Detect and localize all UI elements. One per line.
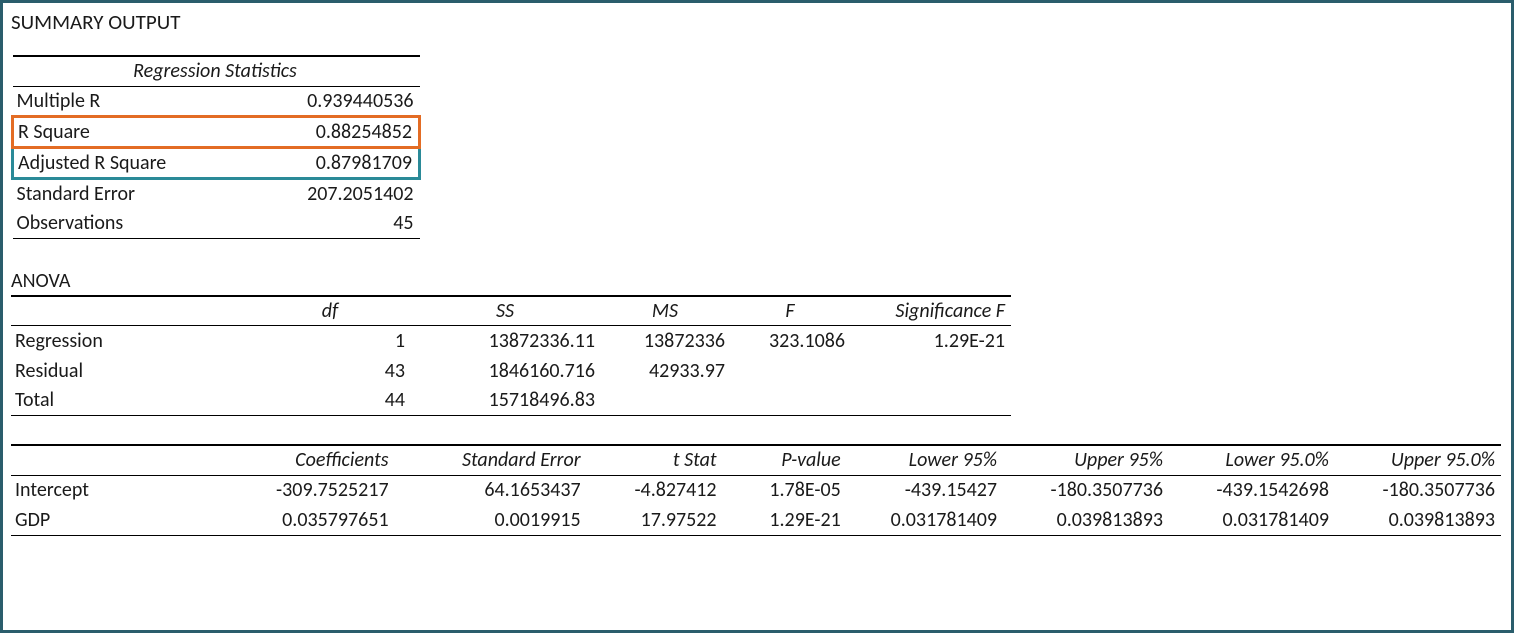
table-row: Standard Error 207.2051402 xyxy=(13,178,420,208)
coef-header: Upper 95% xyxy=(1003,445,1169,475)
stat-value: 207.2051402 xyxy=(248,178,420,208)
table-row: Residual 43 1846160.716 42933.97 xyxy=(11,356,1011,386)
anova-title: ANOVA xyxy=(11,267,1503,295)
regression-statistics-table: Regression Statistics Multiple R 0.93944… xyxy=(11,55,421,239)
coef-cell: -439.1542698 xyxy=(1169,475,1335,505)
summary-output-title: SUMMARY OUTPUT xyxy=(11,7,1503,37)
anova-cell: 44 xyxy=(251,386,411,416)
coef-header: Coefficients xyxy=(229,445,395,475)
coef-cell: -309.7525217 xyxy=(229,475,395,505)
anova-header-sigf: Significance F xyxy=(851,296,1011,326)
anova-cell: 1 xyxy=(251,326,411,356)
coef-cell: 0.039813893 xyxy=(1003,505,1169,535)
coef-header: Lower 95% xyxy=(847,445,1003,475)
anova-cell xyxy=(601,386,731,416)
stat-label: Multiple R xyxy=(13,86,248,116)
r-square-row: R Square 0.88254852 xyxy=(13,116,420,147)
anova-cell: 42933.97 xyxy=(601,356,731,386)
coef-row-label: GDP xyxy=(11,505,229,535)
coef-header: Lower 95.0% xyxy=(1169,445,1335,475)
anova-cell: 13872336 xyxy=(601,326,731,356)
anova-table: df SS MS F Significance F Regression 1 1… xyxy=(11,295,1011,417)
coef-cell: -439.15427 xyxy=(847,475,1003,505)
anova-cell xyxy=(731,356,851,386)
coef-header: Upper 95.0% xyxy=(1335,445,1501,475)
table-row: Multiple R 0.939440536 xyxy=(13,86,420,116)
table-row: Observations 45 xyxy=(13,208,420,238)
coef-cell: -180.3507736 xyxy=(1003,475,1169,505)
table-row: Regression 1 13872336.11 13872336 323.10… xyxy=(11,326,1011,356)
coef-cell: 0.035797651 xyxy=(229,505,395,535)
stat-value: 0.87981709 xyxy=(248,147,420,178)
anova-cell: 15718496.83 xyxy=(411,386,601,416)
coef-header: Standard Error xyxy=(395,445,587,475)
coef-cell: 17.97522 xyxy=(587,505,723,535)
anova-cell: 1846160.716 xyxy=(411,356,601,386)
anova-cell: 323.1086 xyxy=(731,326,851,356)
coef-row-label: Intercept xyxy=(11,475,229,505)
anova-row-label: Regression xyxy=(11,326,251,356)
anova-cell: 1.29E-21 xyxy=(851,326,1011,356)
stat-value: 0.88254852 xyxy=(248,116,420,147)
coef-header: t Stat xyxy=(587,445,723,475)
stat-label: R Square xyxy=(13,116,248,147)
anova-row-label: Residual xyxy=(11,356,251,386)
coef-cell: -180.3507736 xyxy=(1335,475,1501,505)
table-row: GDP 0.035797651 0.0019915 17.97522 1.29E… xyxy=(11,505,1501,535)
coef-cell: 0.031781409 xyxy=(847,505,1003,535)
coefficients-table: Coefficients Standard Error t Stat P-val… xyxy=(11,444,1501,536)
anova-cell xyxy=(851,386,1011,416)
coef-cell: 64.1653437 xyxy=(395,475,587,505)
anova-cell xyxy=(731,386,851,416)
coef-cell: 0.0019915 xyxy=(395,505,587,535)
anova-row-label: Total xyxy=(11,386,251,416)
adjusted-r-square-row: Adjusted R Square 0.87981709 xyxy=(13,147,420,178)
coef-cell: 1.29E-21 xyxy=(723,505,847,535)
regression-statistics-header: Regression Statistics xyxy=(13,56,420,86)
anova-cell: 13872336.11 xyxy=(411,326,601,356)
anova-header-df: df xyxy=(251,296,411,326)
stat-label: Adjusted R Square xyxy=(13,147,248,178)
table-row: Intercept -309.7525217 64.1653437 -4.827… xyxy=(11,475,1501,505)
stat-label: Observations xyxy=(13,208,248,238)
coef-cell: 0.031781409 xyxy=(1169,505,1335,535)
anova-cell xyxy=(851,356,1011,386)
coef-header: P-value xyxy=(723,445,847,475)
coef-cell: -4.827412 xyxy=(587,475,723,505)
coef-cell: 1.78E-05 xyxy=(723,475,847,505)
anova-header-ms: MS xyxy=(601,296,731,326)
stat-value: 0.939440536 xyxy=(248,86,420,116)
stat-value: 45 xyxy=(248,208,420,238)
anova-header-ss: SS xyxy=(411,296,601,326)
anova-cell: 43 xyxy=(251,356,411,386)
coef-cell: 0.039813893 xyxy=(1335,505,1501,535)
anova-header-f: F xyxy=(731,296,851,326)
stat-label: Standard Error xyxy=(13,178,248,208)
table-row: Total 44 15718496.83 xyxy=(11,386,1011,416)
